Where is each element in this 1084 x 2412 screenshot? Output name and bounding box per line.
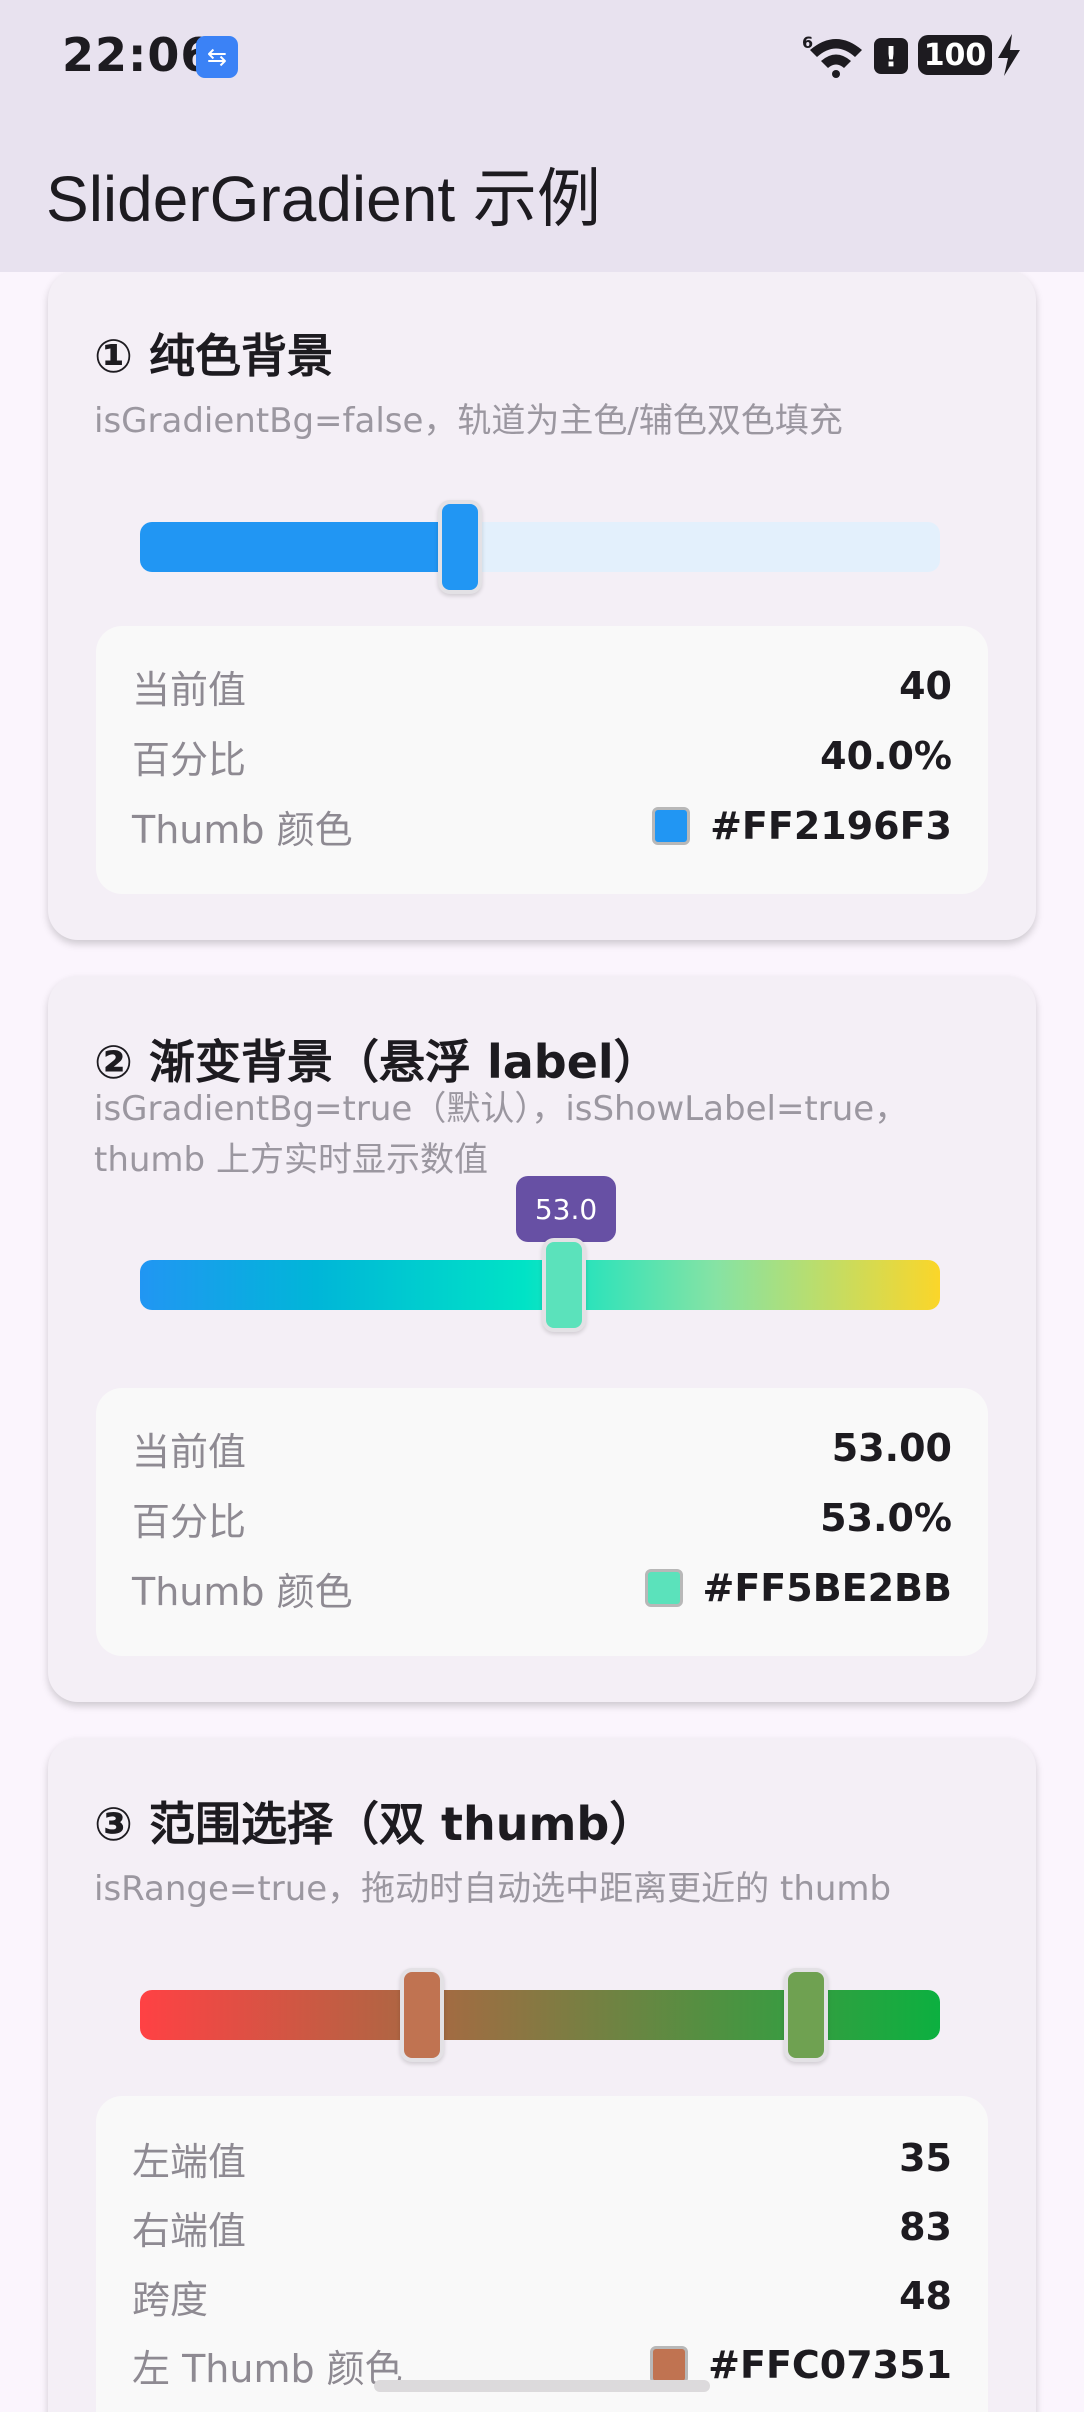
info-label: Thumb 颜色: [132, 807, 353, 852]
top-app-bar: 22:06 ⇆ 6 ! 100 SliderGradient 示例: [0, 0, 1084, 272]
info-label: 百分比: [132, 1499, 247, 1544]
color-swatch: [650, 2346, 689, 2384]
info-label: 右端值: [132, 2208, 247, 2253]
info-row-thumb-color: Thumb 颜色 #FF2196F3: [132, 796, 952, 856]
app-title: SliderGradient 示例: [46, 163, 601, 235]
info-label: Thumb 颜色: [132, 1569, 353, 1614]
slider-left-thumb[interactable]: [400, 1968, 444, 2062]
info-row-percent: 百分比 53.0%: [132, 1488, 952, 1548]
battery-icon: 100: [918, 35, 992, 75]
info-value: 83: [899, 2205, 952, 2249]
alert-icon: !: [874, 38, 908, 74]
card-description: isRange=true，拖动时自动选中距离更近的 thumb: [94, 1869, 892, 1909]
info-value: 35: [899, 2136, 952, 2180]
info-value: #FF2196F3: [710, 804, 952, 848]
slider-thumb[interactable]: [438, 500, 482, 594]
info-row-thumb-color: Thumb 颜色 #FF5BE2BB: [132, 1558, 952, 1618]
color-swatch: [652, 807, 691, 845]
info-panel: 当前值 53.00 百分比 53.0% Thumb 颜色 #FF5BE2BB: [96, 1388, 988, 1656]
slider-value-label: 53.0: [516, 1176, 616, 1242]
info-panel: 当前值 40 百分比 40.0% Thumb 颜色 #FF2196F3: [96, 626, 988, 894]
info-row-percent: 百分比 40.0%: [132, 726, 952, 786]
info-label: 百分比: [132, 737, 247, 782]
info-label: 当前值: [132, 1429, 247, 1474]
range-slider[interactable]: [48, 1956, 1036, 2076]
info-value: 40.0%: [820, 734, 952, 778]
solid-background-card: ① 纯色背景 isGradientBg=false，轨道为主色/辅色双色填充 当…: [48, 270, 1036, 940]
info-value: 40: [899, 664, 952, 708]
info-row-right-value: 右端值 83: [132, 2197, 952, 2257]
gradient-background-card: ② 渐变背景（悬浮 label） isGradientBg=true（默认），i…: [48, 976, 1036, 1702]
slider-track-active: [140, 522, 460, 572]
info-row-current-value: 当前值 53.00: [132, 1418, 952, 1478]
info-value: 48: [899, 2274, 952, 2318]
status-bar: 22:06 ⇆ 6 ! 100: [0, 0, 1084, 110]
charging-bolt-icon: [998, 34, 1020, 76]
slider-track-gradient[interactable]: [140, 1260, 940, 1310]
slider-thumb[interactable]: [542, 1238, 586, 1332]
info-value: 53.00: [831, 1426, 952, 1470]
range-slider-card: ③ 范围选择（双 thumb） isRange=true，拖动时自动选中距离更近…: [48, 1738, 1036, 2412]
slider-right-thumb[interactable]: [784, 1968, 828, 2062]
card-title: ② 渐变背景（悬浮 label）: [94, 1035, 660, 1089]
card-description: isGradientBg=true（默认），isShowLabel=true， …: [94, 1084, 994, 1186]
info-row-left-value: 左端值 35: [132, 2128, 952, 2188]
color-swatch: [644, 1569, 683, 1607]
info-label: 左端值: [132, 2139, 247, 2184]
info-panel: 左端值 35 右端值 83 跨度 48 左 Thumb 颜色 #FFC07351: [96, 2096, 988, 2412]
info-row-current-value: 当前值 40: [132, 656, 952, 716]
card-title: ① 纯色背景: [94, 329, 333, 383]
usb-icon: ⇆: [196, 36, 238, 78]
card-title: ③ 范围选择（双 thumb）: [94, 1797, 656, 1851]
info-row-span: 跨度 48: [132, 2266, 952, 2326]
card-description: isGradientBg=false，轨道为主色/辅色双色填充: [94, 401, 843, 441]
info-label: 当前值: [132, 667, 247, 712]
status-time: 22:06: [62, 28, 214, 82]
solid-slider[interactable]: [48, 488, 1036, 608]
info-value: #FFC07351: [708, 2343, 952, 2387]
info-label: 左 Thumb 颜色: [132, 2346, 403, 2391]
gradient-slider[interactable]: 53.0: [48, 1176, 1036, 1336]
wifi-icon: 6: [802, 33, 862, 78]
info-label: 跨度: [132, 2277, 209, 2322]
scroll-indicator: [374, 2380, 710, 2392]
card-description-line: isGradientBg=true（默认），isShowLabel=true，: [94, 1089, 909, 1129]
info-value: #FF5BE2BB: [702, 1566, 953, 1610]
info-value: 53.0%: [820, 1496, 952, 1540]
